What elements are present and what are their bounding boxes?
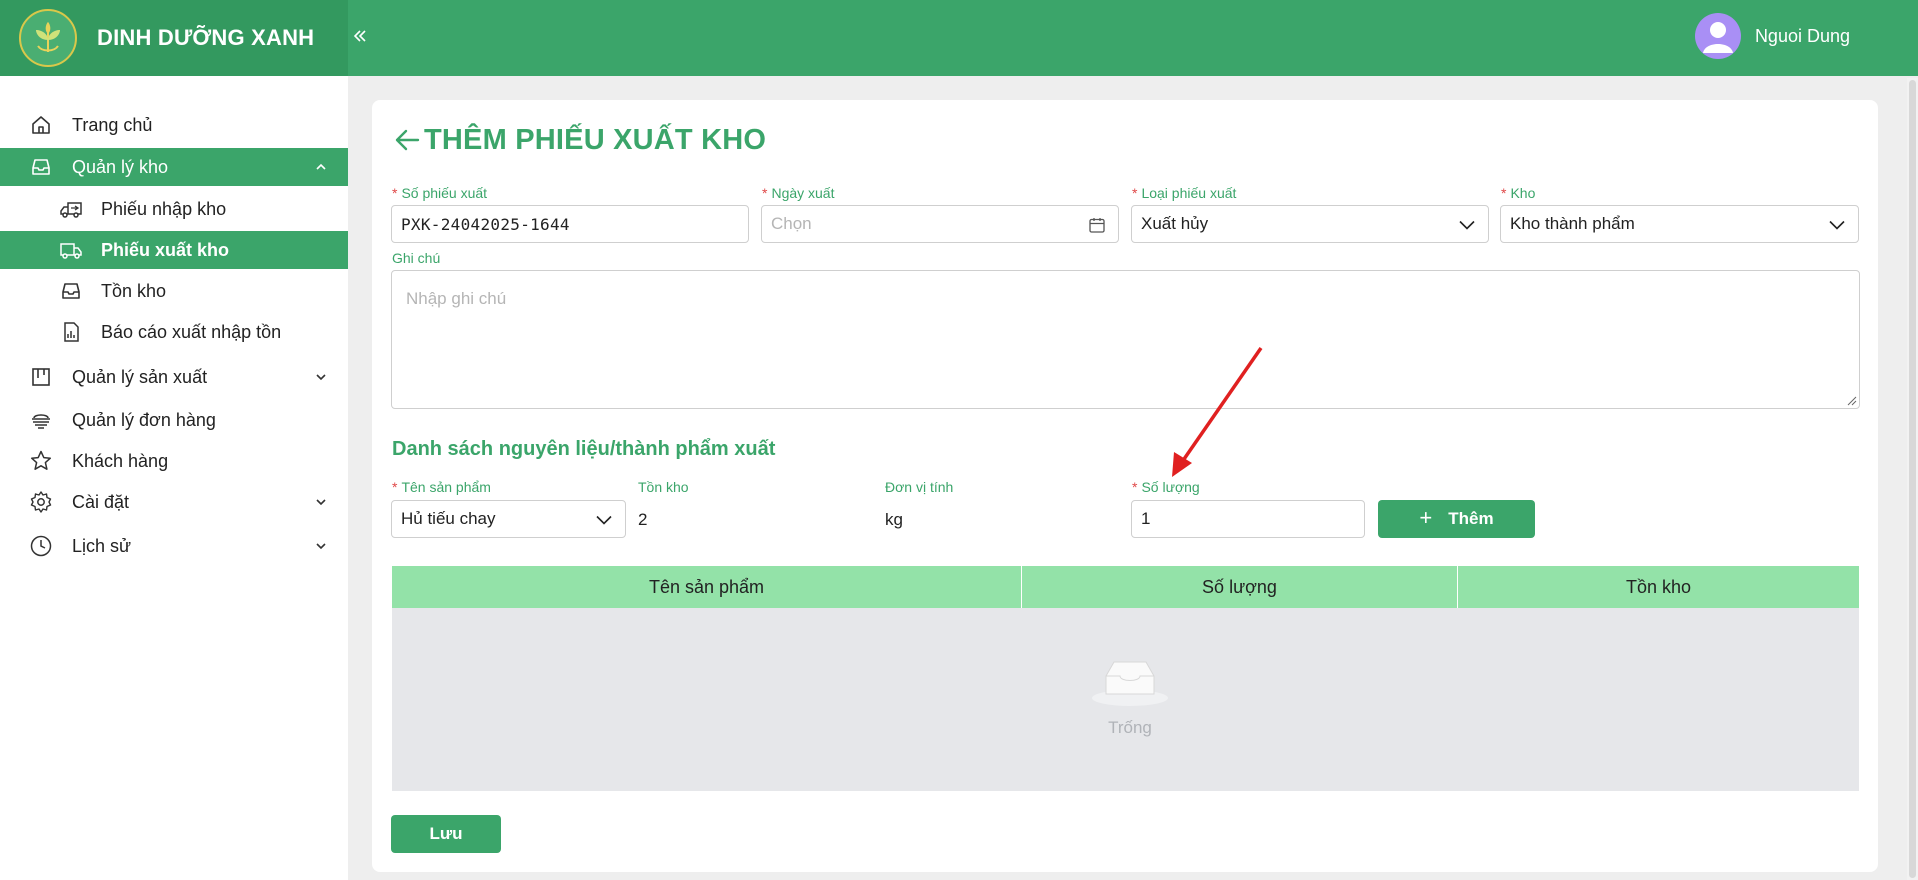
ghi-chu-label: Ghi chú	[392, 250, 441, 266]
so-luong-label: * Số lượng	[1132, 479, 1200, 495]
don-vi-tinh-value: kg	[885, 510, 903, 529]
truck-export-icon	[58, 237, 84, 263]
ten-san-pham-select[interactable]: Hủ tiếu chay	[391, 500, 626, 538]
sidebar-item-phieu-xuat-kho[interactable]: Phiếu xuất kho	[0, 231, 348, 269]
collapse-sidebar-button[interactable]	[348, 20, 372, 52]
sidebar-item-label: Phiếu xuất kho	[101, 239, 230, 260]
double-chevron-left-icon	[353, 30, 366, 42]
add-item-label: Thêm	[1448, 509, 1494, 528]
so-luong-value: 1	[1141, 509, 1151, 528]
factory-icon	[28, 364, 54, 390]
sidebar-item-label: Báo cáo xuất nhập tồn	[101, 321, 282, 342]
sidebar-item-lich-su[interactable]: Lịch sử	[0, 527, 348, 565]
sidebar-item-cai-dat[interactable]: Cài đặt	[0, 483, 348, 521]
table-body: Trống	[392, 608, 1859, 791]
chevron-down-icon	[1826, 214, 1848, 236]
gear-icon	[28, 489, 54, 515]
ghi-chu-placeholder: Nhập ghi chú	[406, 289, 507, 308]
arrow-left-icon	[395, 129, 420, 151]
chevron-down-icon	[593, 509, 615, 531]
sidebar-item-label: Phiếu nhập kho	[101, 198, 227, 219]
order-icon	[28, 407, 54, 433]
sidebar-item-label: Cài đặt	[72, 491, 130, 512]
empty-inbox-icon	[1092, 661, 1168, 706]
avatar	[1694, 13, 1741, 59]
ten-san-pham-value: Hủ tiếu chay	[401, 509, 496, 528]
user-name: Nguoi Dung	[1754, 25, 1850, 46]
chevron-up-icon	[314, 160, 328, 174]
column-header-ten-san-pham: Tên sản phẩm	[392, 566, 1022, 608]
section-title: Danh sách nguyên liệu/thành phẩm xuất	[392, 438, 776, 460]
sidebar-item-ton-kho[interactable]: Tồn kho	[0, 272, 348, 310]
sidebar-item-quan-ly-san-xuat[interactable]: Quản lý sản xuất	[0, 358, 348, 396]
top-header: DINH DƯỠNG XANH Nguoi Dung	[0, 0, 1918, 76]
star-icon	[28, 448, 54, 474]
brand-logo-icon	[19, 9, 77, 67]
so-phieu-label: * Số phiếu xuất	[392, 185, 488, 201]
empty-text: Trống	[1108, 718, 1152, 737]
don-vi-tinh-label: Đơn vị tính	[885, 479, 954, 495]
items-table: Tên sản phẩm Số lượng Tồn kho Trống	[392, 566, 1859, 791]
sidebar-item-quan-ly-don-hang[interactable]: Quản lý đơn hàng	[0, 401, 348, 439]
kho-value: Kho thành phẩm	[1510, 214, 1635, 233]
table-header: Tên sản phẩm Số lượng Tồn kho	[392, 566, 1859, 608]
page-header: THÊM PHIẾU XUẤT KHO	[392, 120, 766, 160]
ton-kho-value: 2	[638, 510, 648, 529]
save-button[interactable]: Lưu	[391, 815, 501, 853]
sidebar-item-quan-ly-kho[interactable]: Quản lý kho	[0, 148, 348, 186]
plus-icon: +	[1419, 504, 1433, 530]
ton-kho-label: Tồn kho	[638, 479, 689, 495]
ten-san-pham-label: * Tên sản phẩm	[392, 479, 491, 495]
resize-handle-icon[interactable]	[1847, 396, 1857, 406]
sidebar-item-label: Quản lý sản xuất	[72, 366, 208, 387]
so-phieu-input[interactable]: PXK-24042025-1644	[391, 205, 749, 243]
chevron-down-icon	[1456, 214, 1478, 236]
brand-name: DINH DƯỠNG XANH	[97, 25, 315, 50]
sidebar-item-label: Khách hàng	[72, 450, 169, 471]
sidebar-item-label: Trang chủ	[72, 114, 153, 135]
brand: DINH DƯỠNG XANH	[0, 0, 348, 76]
sidebar-item-label: Quản lý đơn hàng	[72, 409, 216, 430]
report-icon	[58, 319, 84, 345]
kho-select[interactable]: Kho thành phẩm	[1500, 205, 1859, 243]
chevron-down-icon	[314, 539, 328, 553]
truck-import-icon	[58, 196, 84, 222]
sidebar-item-phieu-nhap-kho[interactable]: Phiếu nhập kho	[0, 190, 348, 228]
page-title: THÊM PHIẾU XUẤT KHO	[424, 123, 767, 156]
empty-state: Trống	[1090, 656, 1170, 738]
user-icon	[1702, 22, 1733, 53]
kho-label: * Kho	[1501, 185, 1536, 201]
so-phieu-value: PXK-24042025-1644	[401, 214, 570, 234]
sidebar: Trang chủ Quản lý kho Phiếu nhập kho Phi…	[0, 76, 348, 880]
page-scrollbar-thumb[interactable]	[1909, 80, 1916, 878]
add-item-button[interactable]: + Thêm	[1378, 500, 1535, 538]
user-menu[interactable]: Nguoi Dung	[1694, 12, 1850, 60]
ngay-xuat-placeholder: Chọn	[771, 214, 812, 233]
sidebar-item-label: Lịch sử	[72, 535, 132, 556]
inbox-icon	[28, 154, 54, 180]
chevron-down-icon	[314, 370, 328, 384]
ngay-xuat-label: * Ngày xuất	[762, 185, 835, 201]
sidebar-item-label: Tồn kho	[101, 280, 167, 301]
sidebar-item-khach-hang[interactable]: Khách hàng	[0, 442, 348, 480]
calendar-icon	[1086, 214, 1108, 236]
ngay-xuat-datepicker[interactable]: Chọn	[761, 205, 1119, 243]
loai-phieu-value: Xuất hủy	[1141, 214, 1209, 233]
sidebar-item-trang-chu[interactable]: Trang chủ	[0, 106, 348, 144]
ghi-chu-textarea[interactable]: Nhập ghi chú	[391, 270, 1860, 409]
chevron-down-icon	[314, 495, 328, 509]
sidebar-item-label: Quản lý kho	[72, 156, 169, 177]
column-header-ton-kho: Tồn kho	[1625, 576, 1692, 597]
column-header-so-luong: Số lượng	[1022, 566, 1458, 608]
history-icon	[28, 533, 54, 559]
back-button[interactable]	[392, 125, 422, 155]
sidebar-item-bao-cao[interactable]: Báo cáo xuất nhập tồn	[0, 313, 348, 351]
home-icon	[28, 112, 54, 138]
inbox-icon	[58, 278, 84, 304]
loai-phieu-label: * Loại phiếu xuất	[1132, 185, 1237, 201]
loai-phieu-select[interactable]: Xuất hủy	[1131, 205, 1489, 243]
so-luong-input[interactable]: 1	[1131, 500, 1365, 538]
